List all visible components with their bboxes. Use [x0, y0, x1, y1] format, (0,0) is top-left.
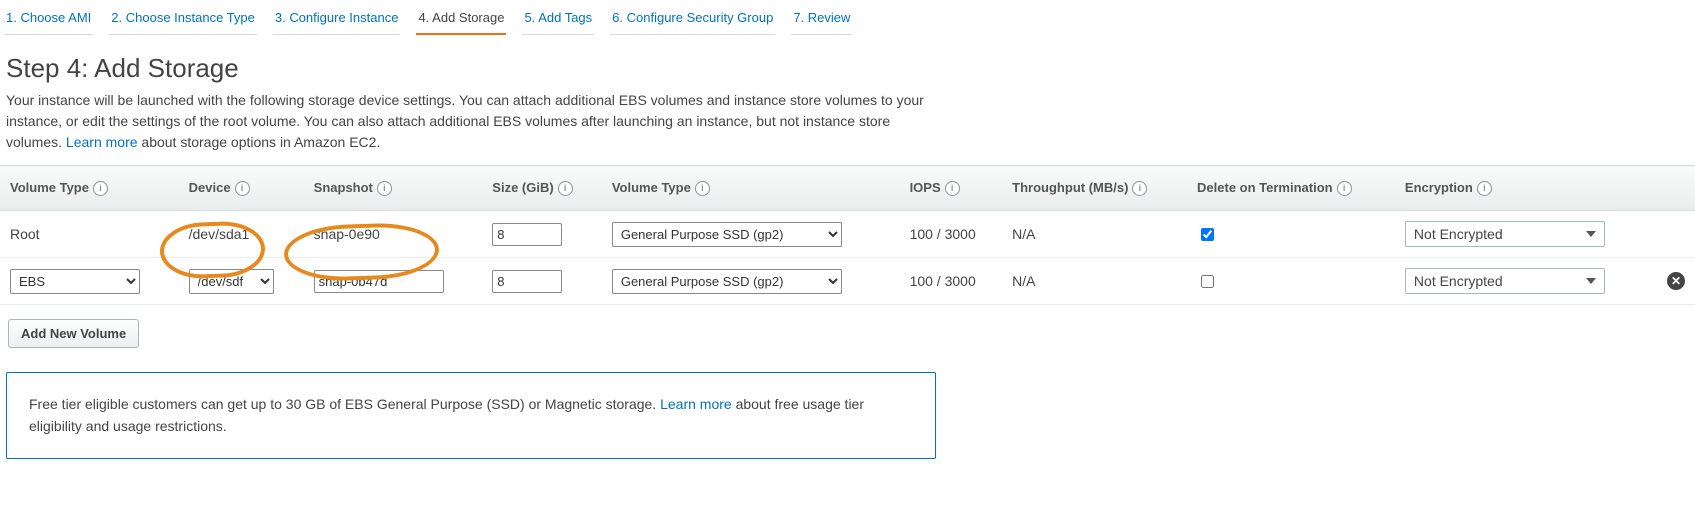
tab-configure-security-group[interactable]: 6. Configure Security Group: [610, 6, 775, 35]
row-label: Root: [0, 211, 179, 258]
info-icon[interactable]: i: [235, 181, 250, 196]
device-select[interactable]: /dev/sdf: [189, 269, 274, 294]
tab-review[interactable]: 7. Review: [791, 6, 852, 35]
table-row: EBS /dev/sdf General Purpose SSD (gp2) 1…: [0, 258, 1695, 305]
add-new-volume-button[interactable]: Add New Volume: [8, 319, 139, 348]
info-icon[interactable]: i: [558, 181, 573, 196]
volume-type-select[interactable]: General Purpose SSD (gp2): [612, 222, 842, 247]
volume-type-select[interactable]: General Purpose SSD (gp2): [612, 269, 842, 294]
tab-configure-instance[interactable]: 3. Configure Instance: [273, 6, 401, 35]
info-icon[interactable]: i: [945, 181, 960, 196]
col-encryption: Encryptioni: [1395, 166, 1657, 211]
info-icon[interactable]: i: [1132, 181, 1147, 196]
free-tier-notice: Free tier eligible customers can get up …: [6, 372, 936, 459]
caret-down-icon: [1586, 231, 1596, 237]
info-icon[interactable]: i: [1477, 181, 1492, 196]
encryption-select[interactable]: Not Encrypted: [1405, 221, 1605, 247]
col-throughput: Throughput (MB/s)i: [1002, 166, 1187, 211]
learn-more-link[interactable]: Learn more: [660, 396, 732, 412]
page-description: Your instance will be launched with the …: [6, 90, 936, 153]
tab-choose-instance-type[interactable]: 2. Choose Instance Type: [109, 6, 257, 35]
table-row: Root /dev/sda1 snap-0e90 General Purpose…: [0, 211, 1695, 258]
col-iops: IOPSi: [900, 166, 1003, 211]
col-volume-type: Volume Typei: [0, 166, 179, 211]
row-snapshot: snap-0e90: [304, 211, 483, 258]
info-icon[interactable]: i: [93, 181, 108, 196]
delete-on-termination-checkbox[interactable]: [1201, 228, 1214, 241]
size-input[interactable]: [492, 223, 562, 246]
tab-choose-ami[interactable]: 1. Choose AMI: [4, 6, 93, 35]
delete-on-termination-checkbox[interactable]: [1201, 275, 1214, 288]
storage-table: Volume Typei Devicei Snapshoti Size (GiB…: [0, 165, 1695, 305]
encryption-select[interactable]: Not Encrypted: [1405, 268, 1605, 294]
learn-more-link[interactable]: Learn more: [66, 134, 138, 150]
ebs-type-select[interactable]: EBS: [10, 269, 140, 294]
row-device: /dev/sda1: [179, 211, 304, 258]
col-volume-type2: Volume Typei: [602, 166, 900, 211]
notice-text-1: Free tier eligible customers can get up …: [29, 396, 660, 412]
col-delete: Delete on Terminationi: [1187, 166, 1395, 211]
desc-text-2: about storage options in Amazon EC2.: [138, 134, 381, 150]
page-title: Step 4: Add Storage: [6, 53, 1695, 84]
wizard-tabs: 1. Choose AMI 2. Choose Instance Type 3.…: [0, 0, 1695, 35]
info-icon[interactable]: i: [1337, 181, 1352, 196]
info-icon[interactable]: i: [377, 181, 392, 196]
info-icon[interactable]: i: [695, 181, 710, 196]
col-size: Size (GiB)i: [482, 166, 602, 211]
row-iops: 100 / 3000: [900, 258, 1003, 305]
row-throughput: N/A: [1002, 211, 1187, 258]
row-iops: 100 / 3000: [900, 211, 1003, 258]
tab-add-storage[interactable]: 4. Add Storage: [416, 6, 506, 35]
remove-volume-button[interactable]: ✕: [1667, 272, 1685, 290]
col-device: Devicei: [179, 166, 304, 211]
tab-add-tags[interactable]: 5. Add Tags: [522, 6, 594, 35]
col-snapshot: Snapshoti: [304, 166, 483, 211]
caret-down-icon: [1586, 278, 1596, 284]
row-throughput: N/A: [1002, 258, 1187, 305]
snapshot-input[interactable]: [314, 270, 444, 293]
size-input[interactable]: [492, 270, 562, 293]
